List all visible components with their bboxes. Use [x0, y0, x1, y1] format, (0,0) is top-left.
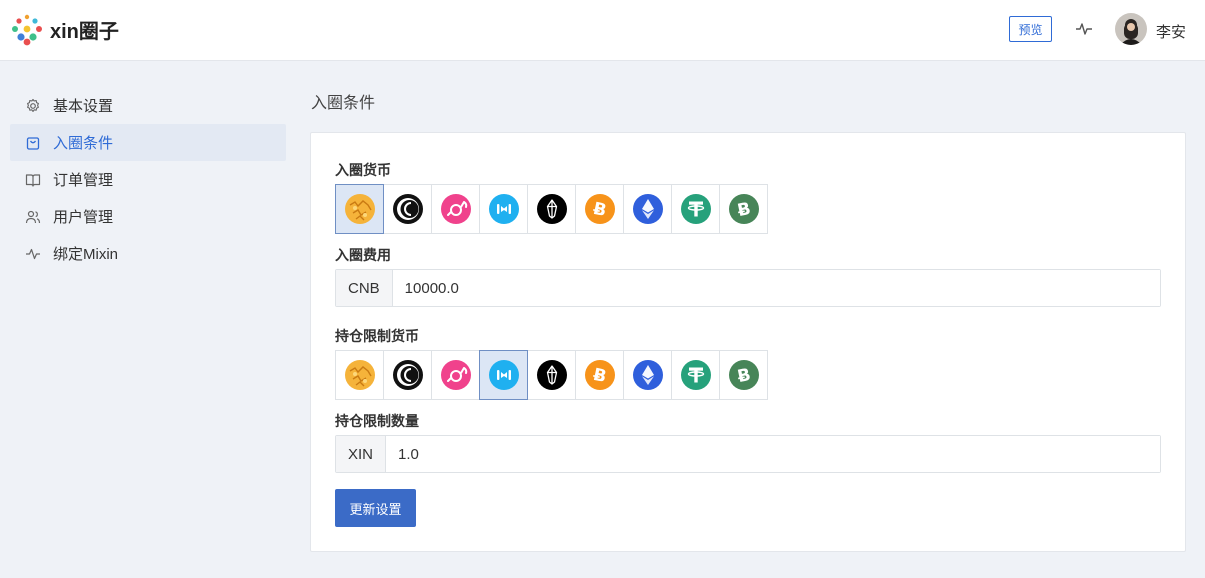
- sidebar-item-users[interactable]: 用户管理: [10, 198, 286, 235]
- join-coin-option[interactable]: [479, 184, 528, 234]
- mixin-icon: [488, 193, 520, 225]
- top-header: xin圈子 预览 李安: [0, 0, 1205, 61]
- logo[interactable]: xin圈子: [10, 12, 119, 46]
- eth-icon: [632, 359, 664, 391]
- activity-icon: [25, 246, 41, 262]
- bag-icon: [25, 135, 41, 151]
- sidebar-item-label: 入圈条件: [53, 135, 114, 152]
- join-coin-option[interactable]: [383, 184, 432, 234]
- join-currency-picker: ɃɃ: [335, 184, 768, 234]
- join-coin-option[interactable]: [431, 184, 480, 234]
- sidebar-item-join-conditions[interactable]: 入圈条件: [10, 124, 286, 161]
- join-fee-unit: CNB: [336, 270, 393, 306]
- user-name[interactable]: 李安: [1156, 21, 1186, 42]
- bch-icon: Ƀ: [728, 359, 760, 391]
- activity-icon[interactable]: [1075, 20, 1093, 41]
- join-fee-input[interactable]: [392, 270, 1160, 306]
- candy-icon: [440, 359, 472, 391]
- settings-card: 入圈货币 ɃɃ 入圈费用 CNB 持仓限制货币 ɃɃ 持仓限制数量 XIN 更新…: [310, 132, 1186, 552]
- join-fee-input-group: CNB: [335, 269, 1161, 307]
- sidebar-item-bind-mixin[interactable]: 绑定Mixin: [10, 235, 286, 272]
- join-fee-label: 入圈费用: [335, 247, 391, 263]
- hold-coin-option[interactable]: [335, 350, 384, 400]
- join-coin-option[interactable]: [671, 184, 720, 234]
- sidebar-item-label: 订单管理: [53, 172, 114, 189]
- hold-coin-option[interactable]: [431, 350, 480, 400]
- hold-coin-option[interactable]: Ƀ: [719, 350, 768, 400]
- hold-amount-unit: XIN: [336, 436, 387, 472]
- hold-amount-input[interactable]: [386, 436, 1160, 472]
- cnb-icon: [344, 359, 376, 391]
- usdt-icon: [680, 193, 712, 225]
- sidebar-item-label: 用户管理: [53, 209, 114, 226]
- sidebar-item-label: 基本设置: [53, 98, 114, 115]
- join-currency-label: 入圈货币: [335, 162, 391, 178]
- page-title: 入圈条件: [311, 95, 376, 112]
- logo-icon: [12, 14, 42, 46]
- candy-icon: [440, 193, 472, 225]
- eth-icon: [632, 193, 664, 225]
- hold-coin-option[interactable]: [479, 350, 528, 400]
- gear-icon: [25, 98, 41, 114]
- mixin-icon: [488, 359, 520, 391]
- update-settings-button[interactable]: 更新设置: [335, 489, 416, 527]
- sidebar-item-label: 绑定Mixin: [53, 246, 119, 263]
- join-coin-option[interactable]: Ƀ: [575, 184, 624, 234]
- hold-coin-option[interactable]: Ƀ: [575, 350, 624, 400]
- hold-coin-option[interactable]: [671, 350, 720, 400]
- hold-amount-label: 持仓限制数量: [335, 413, 419, 429]
- btc-icon: Ƀ: [584, 359, 616, 391]
- book-icon: [25, 172, 41, 188]
- hold-currency-picker: ɃɃ: [335, 350, 768, 400]
- sidebar-item-basic-settings[interactable]: 基本设置: [10, 87, 286, 124]
- avatar[interactable]: [1115, 13, 1147, 45]
- hold-coin-option[interactable]: [527, 350, 576, 400]
- join-coin-option[interactable]: [527, 184, 576, 234]
- sidebar: 基本设置 入圈条件 订单管理 用户管理 绑定Mixin: [10, 87, 286, 272]
- join-coin-option[interactable]: [623, 184, 672, 234]
- join-coin-option[interactable]: Ƀ: [719, 184, 768, 234]
- hold-amount-input-group: XIN: [335, 435, 1161, 473]
- users-icon: [25, 209, 41, 225]
- preview-button[interactable]: 预览: [1009, 16, 1052, 42]
- bch-icon: Ƀ: [728, 193, 760, 225]
- logo-text: xin圈子: [50, 20, 119, 43]
- hold-coin-option[interactable]: [383, 350, 432, 400]
- xin-icon: [392, 193, 424, 225]
- eos-icon: [536, 193, 568, 225]
- eos-icon: [536, 359, 568, 391]
- hold-coin-option[interactable]: [623, 350, 672, 400]
- sidebar-item-orders[interactable]: 订单管理: [10, 161, 286, 198]
- xin-icon: [392, 359, 424, 391]
- cnb-icon: [344, 193, 376, 225]
- join-coin-option[interactable]: [335, 184, 384, 234]
- hold-currency-label: 持仓限制货币: [335, 328, 419, 344]
- usdt-icon: [680, 359, 712, 391]
- btc-icon: Ƀ: [584, 193, 616, 225]
